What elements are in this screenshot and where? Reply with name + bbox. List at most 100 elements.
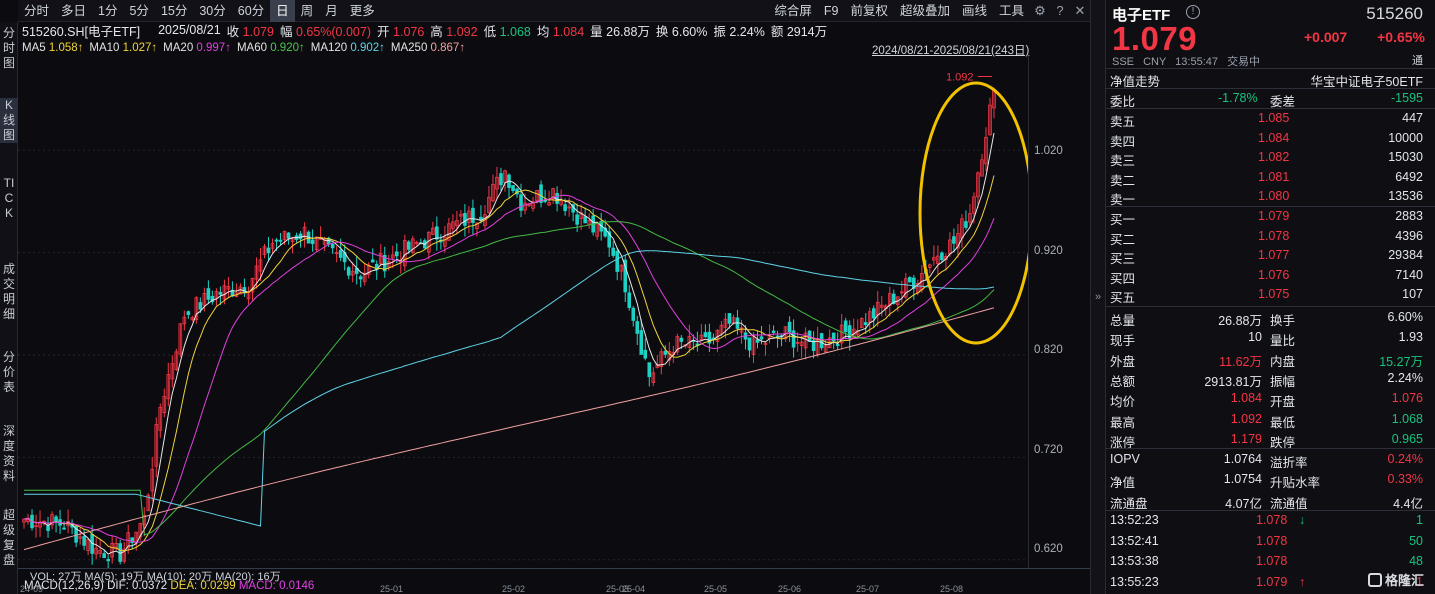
period-tab-4[interactable]: 15分	[155, 0, 193, 22]
candle-body	[46, 525, 50, 531]
stat-label: 换手	[1270, 314, 1296, 328]
stat-row: 流通盘 4.07亿 流通值 4.4亿	[1106, 491, 1435, 511]
left-tab-5[interactable]: 深度资料	[0, 424, 18, 484]
period-tab-6[interactable]: 60分	[232, 0, 270, 22]
tool-menu: 综合屏 F9 前复权 超级叠加 画线 工具 ⚙? ✕	[768, 0, 1090, 22]
gear-icon[interactable]: ⚙	[1030, 0, 1050, 22]
ask-row: 卖二 1.081 6492	[1106, 168, 1435, 188]
candle-body	[627, 292, 632, 308]
tick-price: 1.079	[1256, 574, 1288, 589]
ma-value: 0.920↑	[270, 42, 305, 54]
candle-body	[835, 344, 840, 347]
stat-value: 1.0764	[1223, 452, 1262, 466]
stat-row: 外盘 11.62万 内盘 15.27万	[1106, 349, 1435, 369]
bid-price: 1.076	[1258, 267, 1290, 282]
stat-value: 0.965	[1391, 431, 1423, 446]
y-tick-label: 0.820	[1034, 344, 1063, 356]
stat-label: 总额	[1110, 374, 1136, 389]
tick-row: 13:52:41 1.078 50	[1106, 532, 1435, 552]
tool-item-5[interactable]: 工具	[993, 0, 1030, 22]
candles	[22, 87, 996, 568]
close-icon[interactable]: ✕	[1070, 0, 1090, 22]
market-label: SSE	[1112, 56, 1135, 68]
bid-label: 买一	[1110, 213, 1136, 227]
nav-row[interactable]: 净值走势 华宝中证电子50ETF	[1106, 69, 1435, 89]
chevron-right-icon: »	[1094, 291, 1102, 303]
period-tab-1[interactable]: 多日	[55, 0, 92, 22]
date-axis: 24-09 25-01 25-02 25-03 25-04 25-05 25-06 25-07…	[18, 584, 1028, 594]
tick-time: 13:52:23	[1110, 513, 1159, 527]
stat-row: 涨停 1.179 跌停 0.965	[1106, 430, 1435, 450]
tool-item-0[interactable]: 综合屏	[768, 0, 818, 22]
tool-item-2[interactable]: 前复权	[844, 0, 894, 22]
candle-body	[755, 339, 760, 343]
period-tab-8[interactable]: 周	[295, 0, 320, 22]
candle-body	[908, 277, 912, 283]
ask-row: 卖五 1.085 447	[1106, 109, 1435, 129]
candle-body	[338, 249, 343, 258]
period-tab-7[interactable]: 日	[270, 0, 295, 22]
bid-label: 买二	[1110, 232, 1136, 247]
info-icon[interactable]: !	[1186, 5, 1200, 19]
candle-body	[771, 330, 776, 333]
high-value: 1.092	[446, 24, 478, 39]
kline-chart[interactable]: 1.0920.616	[18, 56, 1028, 568]
tool-item-4[interactable]: 画线	[956, 0, 993, 22]
ask-row: 卖四 1.084 10000	[1106, 129, 1435, 149]
ask-price: 1.084	[1258, 130, 1290, 145]
period-tab-0[interactable]: 分时	[18, 0, 55, 22]
stat-value: 1.084	[1230, 391, 1262, 406]
tick-time: 13:55:23	[1110, 574, 1159, 589]
connect-badge[interactable]: 通	[1412, 52, 1423, 68]
left-tab-2[interactable]: TICK	[0, 176, 18, 221]
stat-value: 26.88万	[1218, 314, 1262, 328]
left-tab-4[interactable]: 分价表	[0, 350, 18, 395]
ma-value: 1.027↑	[122, 42, 158, 54]
period-tab-9[interactable]: 月	[319, 0, 344, 22]
date-label: 2025/08/21	[158, 23, 221, 37]
panel-collapse-handle[interactable]: »	[1090, 0, 1106, 594]
ask-volume: 15030	[1388, 150, 1423, 164]
tool-item-1[interactable]: F9	[818, 0, 845, 22]
candle-body	[871, 308, 876, 319]
candle-body	[575, 214, 579, 225]
ask-price: 1.085	[1258, 111, 1290, 125]
left-tab-6[interactable]: 超级复盘	[0, 508, 18, 568]
left-tab-1[interactable]: K线图	[0, 98, 18, 143]
candle-body	[679, 337, 684, 342]
candle-body	[747, 337, 752, 351]
stat-value: 2.24%	[1387, 370, 1423, 385]
tick-volume: 50	[1409, 533, 1423, 548]
ask-label: 卖三	[1110, 154, 1136, 168]
question-icon[interactable]: ?	[1050, 0, 1070, 22]
candle-body	[703, 332, 708, 338]
tool-item-3[interactable]: 超级叠加	[894, 0, 956, 22]
candle-body	[643, 349, 648, 359]
stat-value: 2913.81万	[1204, 374, 1262, 389]
candle-body	[940, 252, 944, 261]
x-tick-label: 25-06	[778, 584, 802, 594]
stat-label: 流通盘	[1110, 496, 1148, 511]
period-tab-3[interactable]: 5分	[123, 0, 154, 22]
y-tick-label: 0.720	[1034, 444, 1063, 456]
period-tab-5[interactable]: 30分	[193, 0, 231, 22]
ask-volume: 6492	[1395, 169, 1423, 184]
left-tab-3[interactable]: 成交明细	[0, 262, 18, 322]
candle-body	[583, 216, 587, 224]
candle-body	[499, 173, 503, 186]
x-tick-label: 25-04	[622, 584, 646, 594]
stat-label: 净值	[1110, 476, 1136, 491]
candle-body	[278, 239, 283, 242]
symbol-label: 515260.SH[电子ETF]	[22, 24, 141, 39]
stat-label: 内盘	[1270, 354, 1296, 369]
bid-label: 买四	[1110, 271, 1136, 286]
left-tab-0[interactable]: 分时图	[0, 26, 18, 71]
close-value: 1.079	[242, 24, 274, 39]
candle-body	[463, 212, 467, 226]
candle-body	[952, 236, 956, 244]
period-tab-10[interactable]: 更多	[344, 0, 381, 22]
period-tab-2[interactable]: 1分	[92, 0, 123, 22]
stat-row: 均价 1.084 开盘 1.076	[1106, 389, 1435, 409]
stat-label: 振幅	[1270, 374, 1296, 389]
ma-name: MA250	[390, 42, 428, 54]
